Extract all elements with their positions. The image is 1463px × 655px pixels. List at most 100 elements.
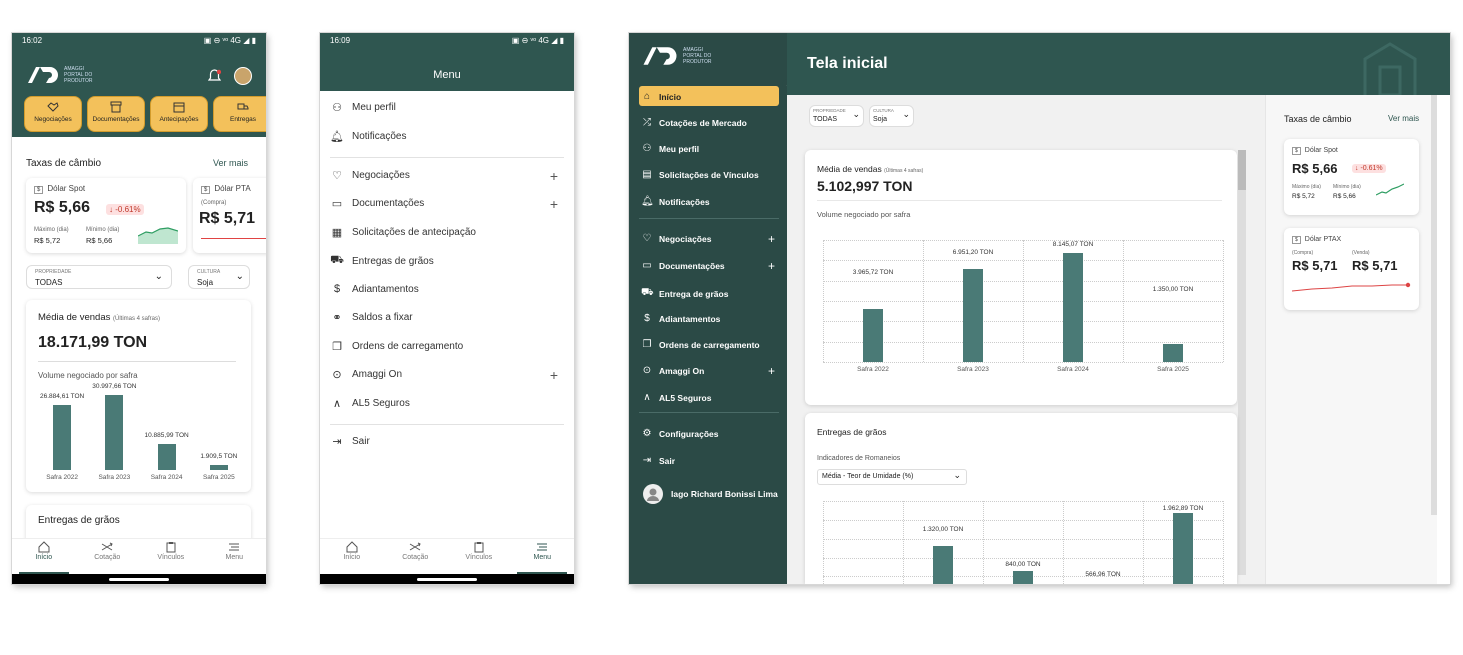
nav-vinculos[interactable]: Vínculos bbox=[146, 539, 196, 574]
property-select[interactable]: PROPRIEDADE TODAS ⌄ bbox=[809, 105, 864, 127]
exchange-panel: Taxas de câmbio Ver mais $ Dólar Spot R$ … bbox=[1265, 95, 1437, 584]
sidebar-item[interactable]: ⤮ Cotações de Mercado bbox=[641, 117, 779, 128]
ptax-label-text: Dólar PTAX bbox=[1304, 236, 1342, 243]
crop-label: CULTURA bbox=[197, 269, 221, 275]
avg-value: 5.102,997 TON bbox=[817, 178, 913, 194]
menu-item[interactable]: 🔔︎ Notificações bbox=[330, 130, 564, 143]
expand-plus-icon[interactable]: + bbox=[768, 232, 775, 246]
nav-cotacao[interactable]: Cotação bbox=[390, 539, 440, 574]
ptax-sparkline bbox=[1292, 282, 1411, 292]
sidebar: AMAGGI PORTAL DO PRODUTOR ⌂ Início ⤮ Cotaçõ… bbox=[629, 33, 787, 584]
sidebar-item[interactable]: ⊙ Amaggi On + bbox=[641, 364, 779, 378]
divider bbox=[817, 200, 1222, 201]
crop-select[interactable]: CULTURA Soja ⌄ bbox=[869, 105, 914, 127]
sidebar-item-label: Ordens de carregamento bbox=[659, 339, 760, 350]
property-select[interactable]: PROPRIEDADE TODAS ⌄ bbox=[26, 265, 172, 289]
menu-item[interactable]: ⚇ Meu perfil bbox=[330, 101, 564, 114]
sidebar-item[interactable]: $ Adiantamentos bbox=[641, 313, 779, 324]
nav-inicio[interactable]: Início bbox=[18, 539, 69, 574]
bar-value-label: 1.962,89 TON bbox=[1162, 505, 1204, 513]
avatar[interactable] bbox=[643, 484, 663, 504]
see-more-link[interactable]: Ver mais bbox=[1388, 114, 1419, 123]
chart-bar[interactable] bbox=[157, 443, 176, 470]
scrollbar-track[interactable] bbox=[1238, 150, 1246, 575]
archive-icon: ▭ bbox=[331, 198, 343, 210]
sidebar-item[interactable]: ⇥ Sair bbox=[641, 455, 779, 466]
expand-plus-icon[interactable]: + bbox=[550, 367, 558, 383]
sidebar-item[interactable]: 🔔︎ Notificações bbox=[641, 196, 779, 207]
menu-item[interactable]: ⚭ Saldos a fixar bbox=[330, 311, 564, 324]
ptax-card[interactable]: $ Dólar PTA (Compra) R$ 5,71 bbox=[193, 178, 266, 253]
phone-menu-screen: 16:09 ▣ ⊖ ᵛᵒ 4G ◢ ▮ Menu ⚇ Meu perfil 🔔︎ No… bbox=[320, 33, 574, 584]
spot-card[interactable]: $ Dólar Spot R$ 5,66 ↓ -0.61% Máximo (dia… bbox=[1284, 139, 1419, 215]
chip-antecipacoes[interactable]: Antecipações bbox=[150, 96, 208, 132]
scrollbar-track[interactable] bbox=[1431, 95, 1437, 515]
home-icon bbox=[38, 541, 50, 553]
spot-card[interactable]: $ Dólar Spot R$ 5,66 ↓ -0.61% Máximo (dia… bbox=[26, 178, 186, 253]
chart-bar[interactable] bbox=[53, 404, 72, 470]
chart-bar[interactable] bbox=[933, 546, 953, 584]
nav-cotacao[interactable]: Cotação bbox=[82, 539, 132, 574]
avg-sub: (Últimas 4 safras) bbox=[884, 168, 924, 174]
top-header: Tela inicial bbox=[787, 33, 1450, 95]
property-label: PROPRIEDADE bbox=[813, 108, 846, 113]
chip-documentacoes[interactable]: Documentações bbox=[87, 96, 145, 132]
menu-item[interactable]: ❐ Ordens de carregamento bbox=[330, 340, 564, 353]
chip-entregas[interactable]: Entregas bbox=[213, 96, 266, 132]
deliveries-title: Entregas de grãos bbox=[817, 427, 887, 437]
sidebar-item[interactable]: ▭ Documentações + bbox=[641, 259, 779, 273]
chart-bar[interactable] bbox=[1173, 513, 1193, 584]
menu-item[interactable]: $ Adiantamentos bbox=[330, 283, 564, 295]
sidebar-item[interactable]: ▤ Solicitações de Vínculos bbox=[641, 169, 779, 180]
user-icon: ⚇ bbox=[642, 143, 652, 154]
logo-text: AMAGGI PORTAL DO PRODUTOR bbox=[683, 47, 712, 65]
expand-plus-icon[interactable]: + bbox=[550, 196, 558, 212]
chart-bar[interactable] bbox=[1013, 570, 1033, 584]
status-time: 16:02 bbox=[22, 36, 43, 45]
volume-chart: 26.884,61 TON Safra 2022 30.997,66 TON Safr… bbox=[26, 382, 251, 492]
menu-item[interactable]: ⇥ Sair bbox=[330, 435, 564, 448]
home-icon: ⌂ bbox=[643, 91, 651, 102]
sidebar-item[interactable]: ⌂ Início bbox=[641, 91, 779, 102]
menu-item[interactable]: ▭ Documentações + bbox=[330, 196, 564, 212]
expand-plus-icon[interactable]: + bbox=[768, 364, 775, 378]
sidebar-item[interactable]: ⛟ Entrega de grãos bbox=[641, 287, 779, 300]
sidebar-item[interactable]: ❐ Ordens de carregamento bbox=[641, 339, 779, 350]
nav-inicio[interactable]: Início bbox=[327, 539, 377, 574]
sidebar-item[interactable]: ⚙ Configurações bbox=[641, 428, 779, 439]
sidebar-item[interactable]: ⚇ Meu perfil bbox=[641, 143, 779, 154]
expand-plus-icon[interactable]: + bbox=[768, 259, 775, 273]
chart-bar[interactable] bbox=[105, 395, 124, 470]
sidebar-item[interactable]: ♡ Negociações + bbox=[641, 232, 779, 246]
chart-bar[interactable] bbox=[1163, 343, 1183, 362]
sidebar-item[interactable]: ∧ AL5 Seguros bbox=[641, 392, 779, 403]
nav-menu[interactable]: Menu bbox=[209, 539, 259, 574]
nav-menu[interactable]: Menu bbox=[517, 539, 568, 574]
crop-select[interactable]: CULTURA Soja ⌄ bbox=[188, 265, 250, 289]
bar-value-label: 8.145,07 TON bbox=[1052, 241, 1094, 249]
expand-plus-icon[interactable]: + bbox=[550, 168, 558, 184]
menu-item[interactable]: ▦ Solicitações de antecipação bbox=[330, 226, 564, 239]
copy-icon: ❐ bbox=[332, 341, 342, 353]
see-more-link[interactable]: Ver mais bbox=[213, 158, 248, 168]
menu-item[interactable]: ♡ Negociações + bbox=[330, 168, 564, 184]
chart-bar[interactable] bbox=[963, 269, 983, 362]
chart-bar[interactable] bbox=[1063, 253, 1083, 362]
chip-negociacoes[interactable]: Negociações bbox=[24, 96, 82, 132]
chart-bar[interactable] bbox=[209, 465, 228, 470]
avatar[interactable] bbox=[234, 67, 252, 85]
nav-vinculos[interactable]: Vínculos bbox=[454, 539, 504, 574]
menu-item[interactable]: ∧ AL5 Seguros bbox=[330, 397, 564, 410]
indicator-select[interactable]: Média - Teor de Umidade (%) ⌄ bbox=[817, 469, 967, 485]
nav-label: Vínculos bbox=[465, 554, 493, 561]
ptax-card[interactable]: $ Dólar PTAX (Compra) (Venda) R$ 5,71 R$ … bbox=[1284, 228, 1419, 310]
chart-bar[interactable] bbox=[863, 308, 883, 362]
user-name: Iago Richard Bonissi Lima bbox=[671, 489, 778, 499]
menu-item-label: Sair bbox=[352, 436, 370, 447]
truck-icon: ⛟ bbox=[330, 254, 344, 266]
bell-icon[interactable] bbox=[208, 69, 221, 83]
divider bbox=[639, 218, 779, 219]
property-value: TODAS bbox=[35, 278, 63, 287]
menu-item[interactable]: ⛟ Entregas de grãos bbox=[330, 254, 564, 268]
menu-item[interactable]: ⊙ Amaggi On + bbox=[330, 367, 564, 383]
